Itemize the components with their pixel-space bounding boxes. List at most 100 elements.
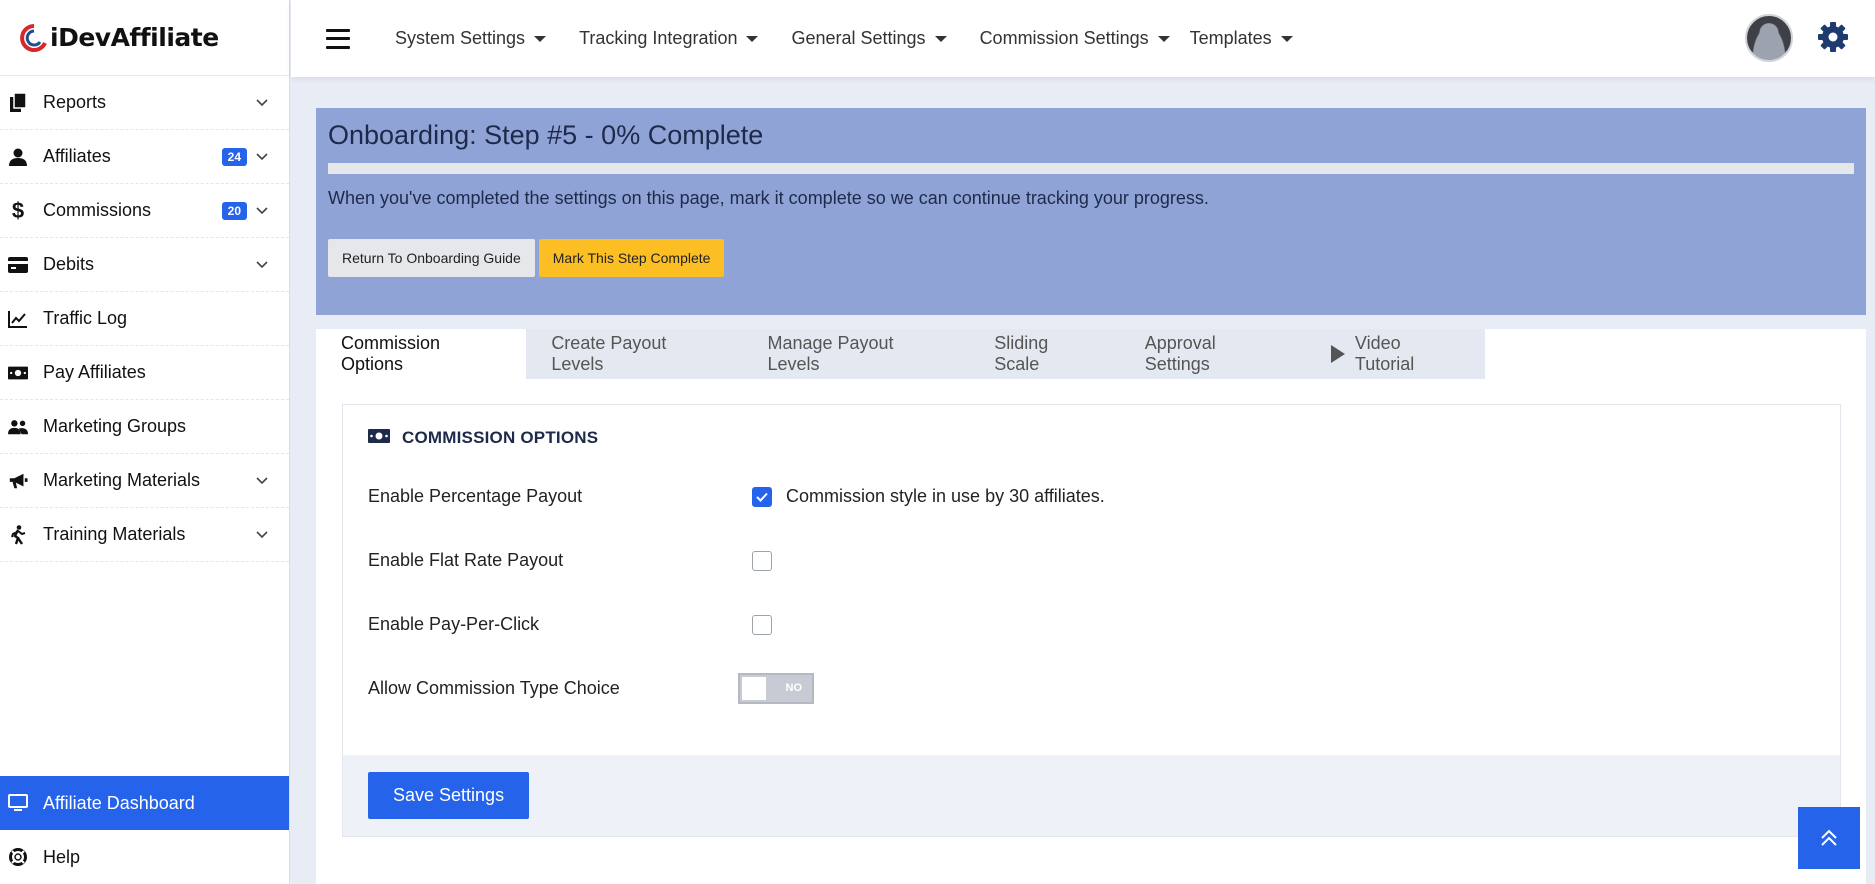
main-content: Commission Options Create Payout Levels …: [316, 329, 1866, 884]
double-chevron-up-icon: [1821, 829, 1837, 846]
tab-approval-settings[interactable]: Approval Settings: [1120, 329, 1306, 379]
chevron-down-icon: [253, 256, 271, 274]
users-icon: [8, 417, 28, 437]
tab-sliding-scale[interactable]: Sliding Scale: [969, 329, 1119, 379]
caret-down-icon: [534, 35, 547, 42]
setting-label: Allow Commission Type Choice: [368, 678, 620, 698]
panel-title: COMMISSION OPTIONS: [402, 428, 599, 447]
commission-type-choice-toggle[interactable]: NO: [738, 673, 814, 704]
sidebar-item-label: Marketing Groups: [43, 416, 187, 436]
sidebar-item-debits[interactable]: Debits: [0, 238, 289, 292]
top-menu: System Settings Tracking Integration Gen…: [395, 28, 1326, 49]
money-bill-icon: [8, 363, 28, 383]
menu-templates[interactable]: Templates: [1190, 28, 1293, 49]
sidebar-item-affiliate-dashboard[interactable]: Affiliate Dashboard: [0, 776, 289, 830]
onboarding-title: Onboarding: Step #5 - 0% Complete: [328, 120, 764, 150]
menu-commission-settings[interactable]: Commission Settings: [980, 28, 1170, 49]
menu-label: Templates: [1189, 28, 1272, 48]
commission-options-panel: COMMISSION OPTIONS Enable Percentage Pay…: [342, 404, 1841, 837]
sidebar-item-label: Affiliate Dashboard: [43, 792, 195, 813]
mark-step-complete-button[interactable]: Mark This Step Complete: [538, 239, 725, 277]
gear-icon[interactable]: [1817, 21, 1849, 53]
menu-label: General Settings: [791, 28, 926, 48]
menu-system-settings[interactable]: System Settings: [395, 28, 547, 49]
caret-down-icon: [1157, 35, 1170, 42]
count-badge: 24: [221, 147, 247, 166]
sidebar-item-commissions[interactable]: $ Commissions 20: [0, 184, 289, 238]
credit-card-icon: [8, 255, 28, 275]
panel-header: COMMISSION OPTIONS: [343, 405, 1840, 448]
percentage-payout-checkbox[interactable]: [752, 486, 772, 507]
line-chart-icon: [8, 309, 28, 329]
sidebar-item-marketing-groups[interactable]: Marketing Groups: [0, 400, 289, 454]
sidebar-item-marketing-materials[interactable]: Marketing Materials: [0, 454, 289, 508]
setting-note: Commission style in use by 30 affiliates…: [786, 486, 1105, 506]
monitor-icon: [8, 793, 28, 813]
user-avatar[interactable]: [1745, 14, 1793, 62]
user-icon: [8, 147, 28, 167]
megaphone-icon: [8, 471, 28, 491]
setting-row-percentage-payout: Enable Percentage Payout Commission styl…: [368, 486, 1105, 507]
chevron-down-icon: [253, 526, 271, 544]
onboarding-actions: Return To Onboarding Guide Mark This Ste…: [328, 239, 1854, 277]
sidebar-item-label: Traffic Log: [43, 308, 128, 328]
setting-label: Enable Flat Rate Payout: [368, 550, 564, 570]
logo-swirl-icon: [18, 23, 48, 53]
sidebar-item-label: Reports: [43, 92, 107, 112]
sidebar-item-training-materials[interactable]: Training Materials: [0, 508, 289, 562]
tab-manage-payout-levels[interactable]: Manage Payout Levels: [742, 329, 969, 379]
caret-down-icon: [746, 35, 759, 42]
play-icon: [1330, 345, 1345, 363]
sidebar-item-traffic-log[interactable]: Traffic Log: [0, 292, 289, 346]
menu-label: System Settings: [395, 28, 526, 48]
menu-general-settings[interactable]: General Settings: [791, 28, 947, 49]
document-copy-icon: [8, 92, 28, 113]
sidebar-nav: Reports Affiliates 24 $ Commissions 20 D…: [0, 76, 289, 562]
lifebuoy-icon: [8, 847, 28, 867]
sidebar-item-affiliates[interactable]: Affiliates 24: [0, 130, 289, 184]
chevron-down-icon: [253, 472, 271, 490]
sidebar-item-label: Affiliates: [43, 146, 111, 166]
brand-logo[interactable]: iDevAffiliate: [0, 0, 289, 76]
brand-name: iDevAffiliate: [50, 23, 219, 52]
hamburger-menu-icon[interactable]: [326, 28, 350, 49]
sidebar-bottom: Affiliate Dashboard Help: [0, 776, 289, 884]
sidebar-item-label: Commissions: [43, 200, 152, 220]
chevron-down-icon: [253, 148, 271, 166]
sidebar-item-reports[interactable]: Reports: [0, 76, 289, 130]
sidebar-item-pay-affiliates[interactable]: Pay Affiliates: [0, 346, 289, 400]
onboarding-banner: Onboarding: Step #5 - 0% Complete When y…: [316, 108, 1866, 315]
sidebar-item-help[interactable]: Help: [0, 830, 289, 884]
chevron-down-icon: [253, 94, 271, 112]
tab-commission-options[interactable]: Commission Options: [316, 329, 527, 379]
onboarding-text: When you've completed the settings on th…: [328, 188, 1209, 208]
pay-per-click-checkbox[interactable]: [752, 614, 772, 635]
setting-label: Enable Percentage Payout: [368, 486, 583, 506]
checkmark-icon: [756, 492, 768, 502]
menu-tracking-integration[interactable]: Tracking Integration: [579, 28, 759, 49]
onboarding-progress-bar: [328, 163, 1854, 174]
setting-label: Enable Pay-Per-Click: [368, 614, 540, 634]
toggle-state-label: NO: [785, 682, 803, 694]
scroll-to-top-button[interactable]: [1798, 807, 1860, 869]
sidebar-item-label: Help: [43, 846, 81, 867]
setting-row-pay-per-click: Enable Pay-Per-Click: [368, 614, 772, 635]
sidebar-item-label: Training Materials: [43, 524, 186, 544]
flat-rate-payout-checkbox[interactable]: [752, 550, 772, 571]
return-to-guide-button[interactable]: Return To Onboarding Guide: [328, 239, 535, 277]
menu-label: Tracking Integration: [579, 28, 738, 48]
tab-video-tutorial[interactable]: Video Tutorial: [1306, 329, 1485, 379]
count-badge: 20: [221, 201, 247, 220]
save-settings-button[interactable]: Save Settings: [368, 772, 530, 819]
panel-footer: Save Settings: [343, 755, 1840, 836]
tab-label: Video Tutorial: [1354, 333, 1415, 374]
setting-row-flat-rate-payout: Enable Flat Rate Payout: [368, 550, 772, 571]
walking-person-icon: [8, 524, 28, 545]
chevron-down-icon: [253, 202, 271, 220]
menu-label: Commission Settings: [979, 28, 1149, 48]
tab-create-payout-levels[interactable]: Create Payout Levels: [526, 329, 742, 379]
sidebar-item-label: Marketing Materials: [43, 470, 201, 490]
tab-bar: Commission Options Create Payout Levels …: [316, 329, 1485, 379]
setting-row-commission-type-choice: Allow Commission Type Choice NO: [368, 673, 814, 704]
sidebar: iDevAffiliate Reports Affiliates 24 $ Co…: [0, 0, 290, 884]
